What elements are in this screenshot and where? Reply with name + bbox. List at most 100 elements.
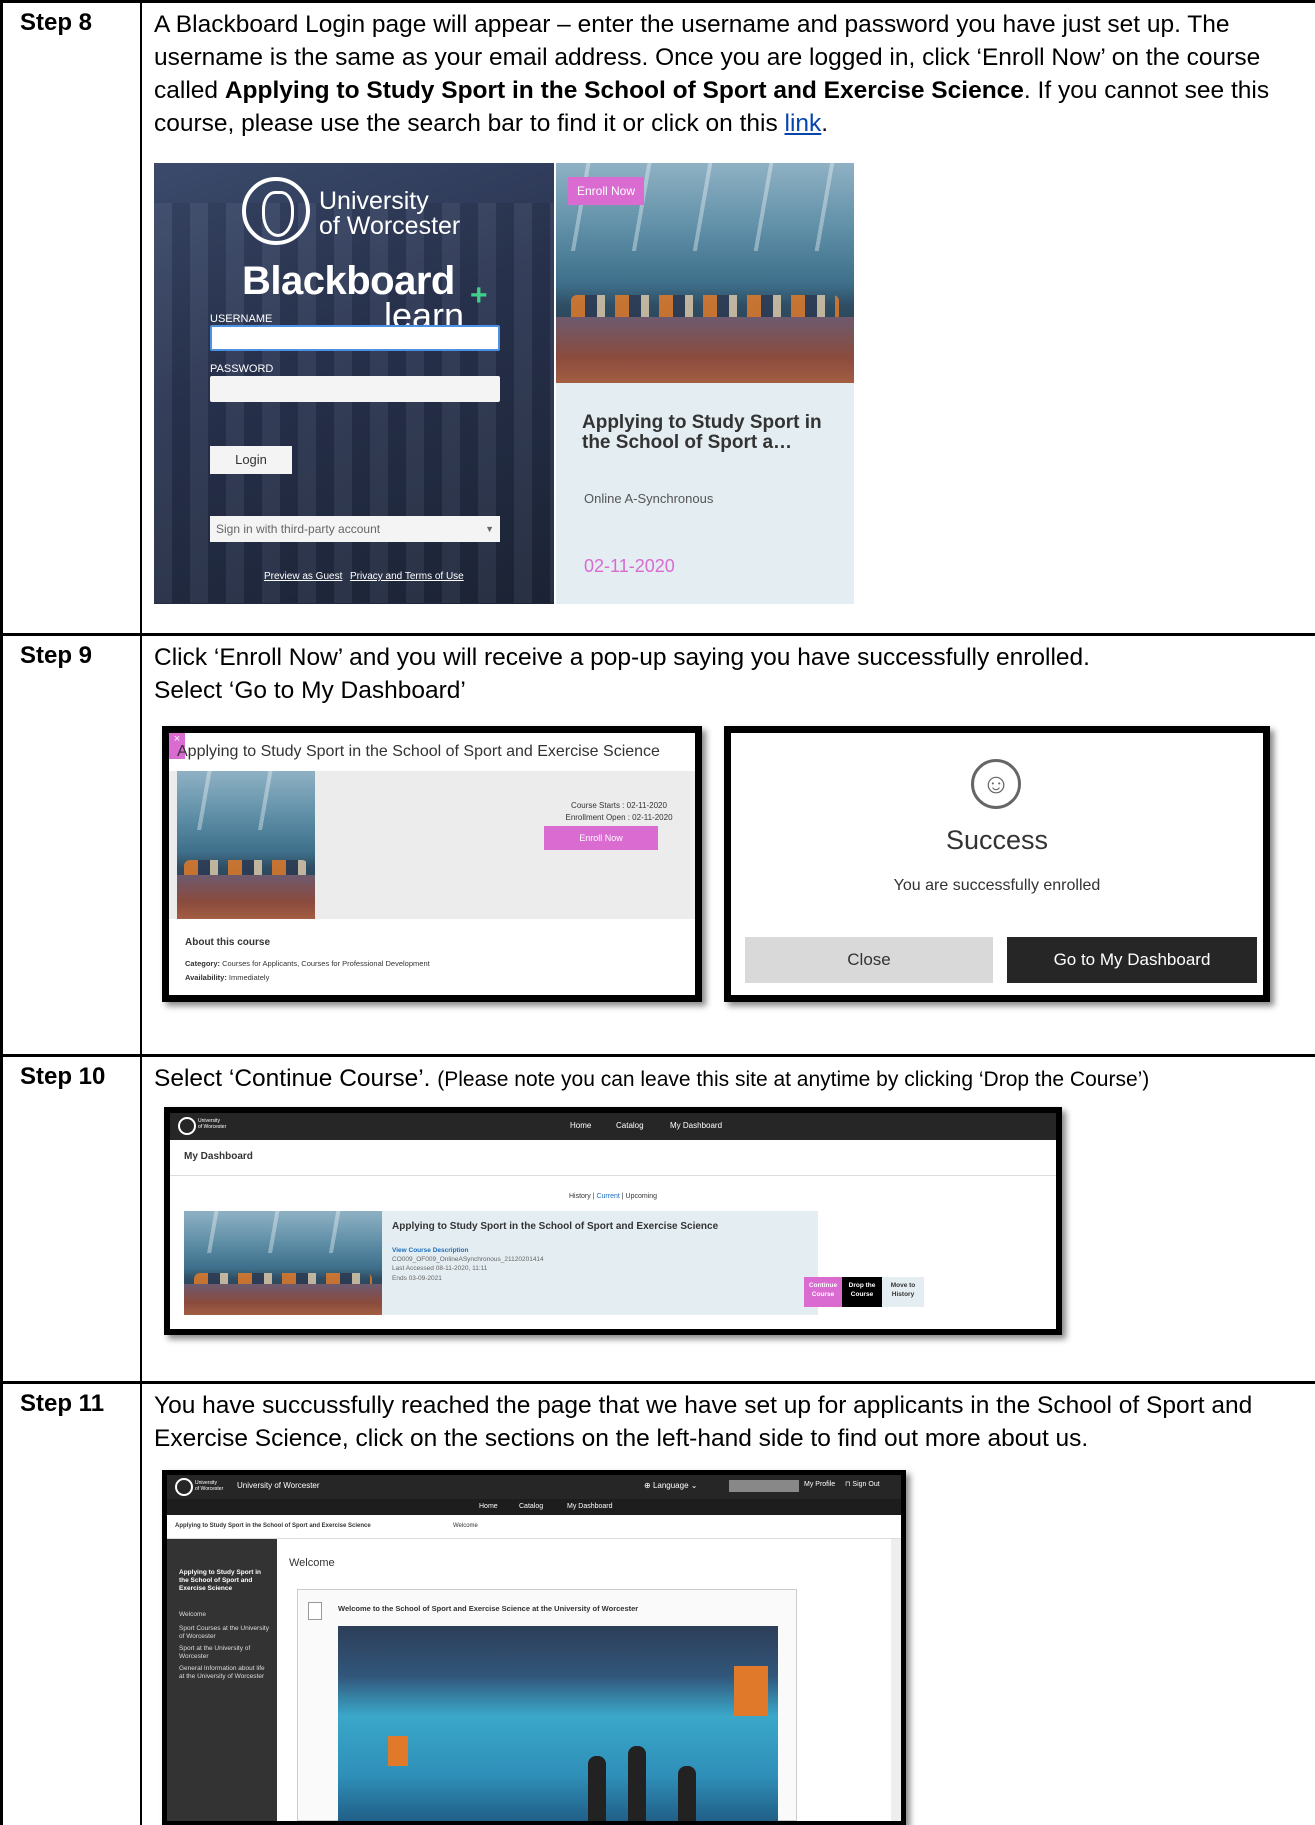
blackboard-login-screenshot: University of Worcester Blackboard learn… — [154, 163, 554, 604]
my-profile-link[interactable]: My Profile — [804, 1481, 835, 1488]
course-page-screenshot: University of Worcester University of Wo… — [162, 1470, 906, 1825]
button-line: Course — [811, 1291, 835, 1298]
view-course-description-link[interactable]: View Course Description — [392, 1247, 468, 1254]
sidebar-item-welcome[interactable]: Welcome — [179, 1611, 269, 1619]
username-input[interactable] — [210, 325, 500, 351]
divider — [170, 1175, 1056, 1176]
last-accessed: Last Accessed 08-11-2020, 11:11 — [392, 1265, 488, 1272]
dashboard-heading: My Dashboard — [184, 1151, 253, 1162]
gym-photo — [184, 1211, 382, 1315]
nav-home[interactable]: Home — [570, 1121, 591, 1130]
tab-current[interactable]: Current — [596, 1193, 619, 1200]
button-line: History — [891, 1291, 915, 1298]
login-button[interactable]: Login — [210, 446, 292, 474]
page-title: Welcome — [289, 1557, 335, 1569]
photo-lights — [184, 1211, 382, 1253]
category-line: Category: Courses for Applicants, Course… — [185, 959, 430, 968]
course-menu-sidebar: Applying to Study Sport in the School of… — [167, 1539, 277, 1821]
column-divider — [140, 3, 142, 633]
course-menu-title[interactable]: Applying to Study Sport in the School of… — [179, 1569, 269, 1593]
button-line: Drop the — [848, 1282, 876, 1289]
drop-course-button[interactable]: Drop the Course — [842, 1277, 882, 1307]
sidebar-item-general-info[interactable]: General Information about life at the Un… — [179, 1665, 269, 1681]
availability-label: Availability: — [185, 973, 227, 982]
photo-floor — [184, 1283, 382, 1315]
success-message: You are successfully enrolled — [893, 877, 1101, 894]
course-mode: Online A-Synchronous — [584, 491, 714, 506]
enroll-now-button[interactable]: Enroll Now — [544, 826, 658, 850]
preview-guest-link[interactable]: Preview as Guest — [264, 571, 342, 582]
category-label: Category: — [185, 959, 221, 968]
username-label: USERNAME — [210, 313, 273, 325]
password-input[interactable] — [210, 376, 500, 402]
globe-icon: ⊕ — [644, 1481, 651, 1490]
step-10-row: Step 10 Select ‘Continue Course’. (Pleas… — [0, 1054, 1315, 1381]
university-logo-icon — [242, 177, 310, 245]
gym-photo — [177, 771, 315, 919]
success-popup-screenshot: ☺ Success You are successfully enrolled … — [724, 726, 1270, 1002]
university-logo-icon — [178, 1117, 196, 1135]
player-vest — [388, 1736, 408, 1766]
uni-name-line: of Worcester — [319, 212, 461, 240]
content-item: Welcome to the School of Sport and Exerc… — [297, 1589, 797, 1821]
nav-catalog[interactable]: Catalog — [519, 1503, 543, 1510]
button-line: Course — [850, 1291, 874, 1298]
course-title[interactable]: Applying to Study Sport in the School of… — [392, 1221, 718, 1232]
item-title[interactable]: Welcome to the School of Sport and Exerc… — [338, 1604, 638, 1613]
enrollment-open: Enrollment Open : 02-11-2020 — [565, 813, 673, 822]
step-10-note: (Please note you can leave this site at … — [437, 1068, 1150, 1091]
sign-out-link[interactable]: ⊓ Sign Out — [845, 1480, 880, 1488]
step-8-row: Step 8 A Blackboard Login page will appe… — [0, 0, 1315, 633]
step-9-line: Select ‘Go to My Dashboard’ — [154, 677, 466, 704]
third-party-select[interactable]: Sign in with third-party account ▼ — [210, 516, 500, 542]
nav-home[interactable]: Home — [479, 1503, 498, 1510]
sidebar-item-sport-courses[interactable]: Sport Courses at the University of Worce… — [179, 1625, 269, 1641]
instructions-table: Step 8 A Blackboard Login page will appe… — [0, 0, 1315, 1825]
nav-catalog[interactable]: Catalog — [616, 1121, 644, 1130]
nav-my-dashboard[interactable]: My Dashboard — [670, 1121, 722, 1130]
site-name: University of Worcester — [237, 1481, 320, 1490]
gym-photo — [338, 1626, 778, 1821]
logo-text: University of Worcester — [195, 1480, 223, 1492]
tab-history[interactable]: History — [569, 1193, 591, 1200]
breadcrumb-course[interactable]: Applying to Study Sport in the School of… — [175, 1523, 371, 1529]
go-to-dashboard-button[interactable]: Go to My Dashboard — [1007, 937, 1257, 983]
sidebar-item-sport-at-uni[interactable]: Sport at the University of Worcester — [179, 1645, 269, 1661]
breadcrumb-page: Welcome — [453, 1523, 478, 1529]
player-vest — [734, 1666, 768, 1716]
close-button[interactable]: Close — [745, 937, 993, 983]
scrollbar[interactable] — [891, 1539, 901, 1821]
photo-floor — [556, 317, 854, 383]
step-label: Step 10 — [20, 1063, 106, 1090]
enroll-now-badge[interactable]: Enroll Now — [568, 177, 644, 205]
availability-value: Immediately — [226, 973, 270, 982]
document-icon — [308, 1602, 322, 1620]
button-line: Move to — [890, 1282, 916, 1289]
step-11-text: You have succussfully reached the page t… — [154, 1392, 1253, 1452]
content-area: Welcome Welcome to the School of Sport a… — [277, 1539, 891, 1821]
popup-course-title: Applying to Study Sport in the School of… — [177, 743, 660, 760]
step-9-line: Click ‘Enroll Now’ and you will receive … — [154, 644, 1090, 671]
player-figure — [678, 1766, 696, 1821]
language-menu[interactable]: ⊕ Language ⌄ — [644, 1481, 697, 1490]
dashboard-tabs: History | Current | Upcoming — [170, 1193, 1056, 1200]
about-heading: About this course — [185, 937, 271, 948]
step-11-row: Step 11 You have succussfully reached th… — [0, 1381, 1315, 1825]
dashboard-screenshot: University of Worcester Home Catalog My … — [164, 1107, 1062, 1335]
course-code: CO009_OF009_OnlineASynchronous_211202014… — [392, 1256, 544, 1263]
move-to-history-button[interactable]: Move to History — [882, 1277, 924, 1307]
breadcrumb: Applying to Study Sport in the School of… — [167, 1515, 901, 1539]
lock-icon: ⊓ — [845, 1481, 851, 1488]
tab-upcoming[interactable]: Upcoming — [626, 1193, 658, 1200]
uni-name-line: University — [319, 187, 429, 215]
privacy-link[interactable]: Privacy and Terms of Use — [350, 571, 464, 582]
course-link[interactable]: link — [785, 110, 822, 137]
player-figure — [628, 1746, 646, 1821]
column-divider — [140, 1384, 142, 1825]
continue-course-button[interactable]: Continue Course — [804, 1277, 842, 1307]
logo-text-line: of Worcester — [198, 1124, 227, 1130]
chevron-down-icon: ⌄ — [690, 1481, 698, 1490]
availability-line: Availability: Immediately — [185, 973, 269, 982]
nav-my-dashboard[interactable]: My Dashboard — [567, 1503, 613, 1510]
logo-text: University of Worcester — [198, 1118, 226, 1130]
